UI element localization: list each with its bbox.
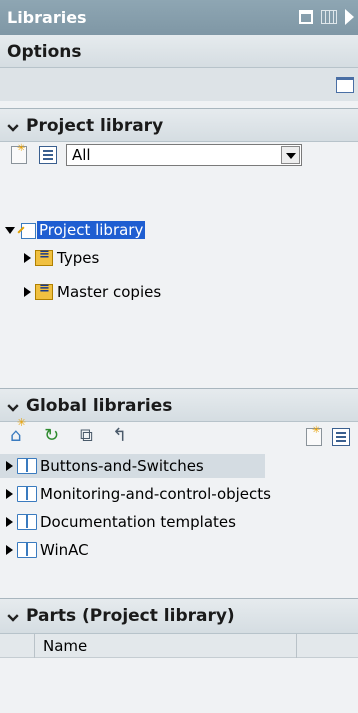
expand-right-icon[interactable]: [24, 287, 31, 297]
new-type-icon[interactable]: [306, 425, 322, 446]
tree-item-label: Master copies: [57, 283, 162, 301]
close-library-icon[interactable]: ↰: [112, 425, 127, 446]
expand-right-icon[interactable]: [6, 545, 13, 555]
dropdown-arrow-icon[interactable]: [281, 146, 300, 164]
list-view-icon[interactable]: [332, 428, 350, 446]
library-book-icon: [17, 542, 37, 558]
open-library-icon[interactable]: ↻: [44, 425, 59, 446]
folder-icon: [35, 281, 53, 300]
expand-down-icon[interactable]: [5, 226, 15, 234]
library-item-label: Documentation templates: [40, 513, 236, 531]
column-divider[interactable]: [34, 634, 35, 658]
new-type-icon[interactable]: [11, 143, 27, 164]
global-libraries-title: Global libraries: [26, 396, 173, 416]
tree-item-project-library[interactable]: Project library: [5, 218, 146, 242]
library-book-icon: [17, 458, 37, 474]
global-libraries-header[interactable]: Global libraries: [0, 388, 358, 422]
expand-right-icon[interactable]: [24, 253, 31, 263]
float-window-icon[interactable]: [299, 10, 313, 24]
folder-icon: [35, 247, 53, 266]
expand-right-icon[interactable]: [6, 461, 13, 471]
options-view-icon[interactable]: [336, 77, 354, 93]
project-library-header[interactable]: Project library: [0, 108, 358, 142]
list-view-icon[interactable]: [39, 146, 57, 164]
chevron-down-icon[interactable]: [7, 400, 19, 412]
create-library-icon[interactable]: ⌂: [10, 416, 27, 446]
library-item-label: Buttons-and-Switches: [40, 457, 204, 475]
library-item[interactable]: Buttons-and-Switches: [0, 454, 265, 478]
tree-item-label: Project library: [37, 221, 146, 239]
panel-title-bar: Libraries: [0, 0, 358, 35]
title-bar-buttons: [299, 9, 354, 25]
tree-item-label: Types: [57, 249, 100, 267]
parts-table-header: Name: [0, 634, 358, 658]
save-library-icon[interactable]: ⧉: [80, 425, 93, 446]
project-library-title: Project library: [26, 116, 164, 136]
library-filter-select[interactable]: All: [66, 144, 302, 166]
filter-value: All: [72, 146, 91, 164]
dock-panel-icon[interactable]: [321, 10, 337, 24]
library-book-icon: [17, 486, 37, 502]
tree-item-master-copies[interactable]: Master copies: [24, 280, 161, 304]
expand-right-icon[interactable]: [6, 517, 13, 527]
library-item-label: Monitoring-and-control-objects: [40, 485, 271, 503]
panel-title: Libraries: [7, 8, 87, 27]
parts-title: Parts (Project library): [26, 606, 235, 626]
library-book-icon: [17, 514, 37, 530]
parts-header[interactable]: Parts (Project library): [0, 598, 358, 634]
column-divider[interactable]: [296, 634, 297, 658]
options-header[interactable]: Options: [0, 35, 358, 68]
expand-right-icon[interactable]: [6, 489, 13, 499]
chevron-down-icon[interactable]: [7, 610, 19, 622]
collapse-arrow-icon[interactable]: [345, 9, 354, 25]
library-item[interactable]: WinAC: [6, 538, 89, 562]
column-header-name[interactable]: Name: [43, 637, 87, 655]
library-item-label: WinAC: [40, 541, 89, 559]
options-title: Options: [7, 42, 82, 62]
chevron-down-icon[interactable]: [7, 120, 19, 132]
tree-item-types[interactable]: Types: [24, 246, 99, 270]
library-item[interactable]: Documentation templates: [6, 510, 236, 534]
library-item[interactable]: Monitoring-and-control-objects: [6, 482, 271, 506]
project-library-icon: [17, 221, 36, 239]
options-bar: [0, 68, 358, 101]
